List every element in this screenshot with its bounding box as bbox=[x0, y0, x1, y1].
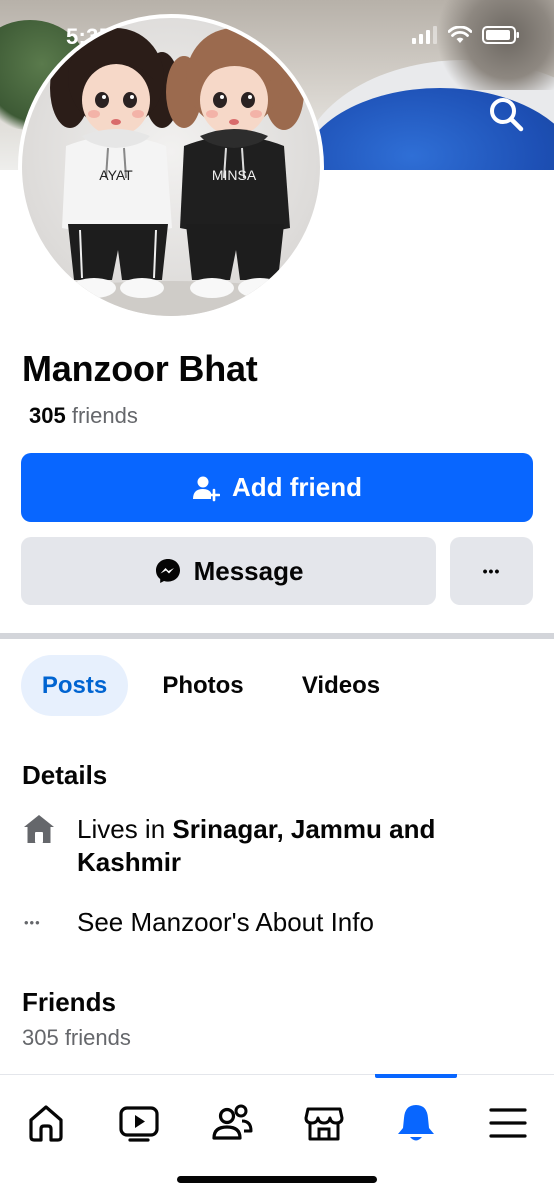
friends-section-count[interactable]: 305 friends bbox=[22, 1025, 131, 1051]
section-divider bbox=[0, 633, 554, 639]
message-button[interactable]: Message bbox=[21, 537, 436, 605]
lives-prefix: Lives in bbox=[77, 814, 173, 844]
friends-icon bbox=[212, 1104, 253, 1140]
add-friend-button[interactable]: Add friend bbox=[21, 453, 533, 522]
home-detail-icon bbox=[22, 812, 56, 851]
more-options-button[interactable]: ••• bbox=[450, 537, 533, 605]
search-button[interactable] bbox=[486, 94, 526, 134]
friends-count-number: 305 bbox=[29, 403, 66, 428]
friends-count-word: friends bbox=[71, 403, 138, 428]
video-icon bbox=[119, 1106, 159, 1142]
add-friend-icon bbox=[193, 476, 220, 501]
more-dots-icon: ••• bbox=[482, 563, 501, 579]
battery-icon bbox=[482, 26, 519, 44]
wifi-icon bbox=[448, 26, 472, 43]
home-icon bbox=[29, 1105, 63, 1142]
right-hoodie-text: MINSA bbox=[212, 167, 257, 183]
search-icon bbox=[490, 98, 524, 132]
nav-notifications[interactable] bbox=[392, 1099, 440, 1147]
status-icons bbox=[412, 26, 520, 44]
tab-photos[interactable]: Photos bbox=[148, 655, 258, 716]
nav-menu[interactable] bbox=[484, 1099, 532, 1147]
friends-count-line[interactable]: 305 friends bbox=[29, 403, 138, 429]
friends-heading: Friends bbox=[22, 987, 116, 1017]
profile-avatar[interactable]: AYAT MINSA bbox=[18, 14, 324, 320]
nav-active-indicator bbox=[375, 1074, 457, 1078]
messenger-icon bbox=[155, 559, 180, 583]
avatar-illustration: AYAT MINSA bbox=[22, 28, 320, 316]
nav-video[interactable] bbox=[115, 1099, 163, 1147]
profile-name: Manzoor Bhat bbox=[22, 348, 258, 389]
home-indicator bbox=[177, 1176, 377, 1183]
lives-in-detail: Lives in Srinagar, Jammu and Kashmir bbox=[77, 813, 517, 879]
see-about-info-link[interactable]: See Manzoor's About Info bbox=[77, 906, 374, 939]
left-hoodie-text: AYAT bbox=[99, 167, 133, 183]
signal-icon bbox=[412, 26, 437, 44]
nav-friends[interactable] bbox=[208, 1099, 256, 1147]
marketplace-icon bbox=[304, 1107, 344, 1141]
details-heading: Details bbox=[22, 760, 108, 790]
bell-icon bbox=[398, 1105, 434, 1141]
about-dots-icon: ••• bbox=[24, 915, 41, 930]
nav-home[interactable] bbox=[22, 1099, 70, 1147]
menu-icon bbox=[489, 1108, 527, 1138]
tab-videos[interactable]: Videos bbox=[288, 655, 394, 716]
tab-posts[interactable]: Posts bbox=[21, 655, 128, 716]
add-friend-label: Add friend bbox=[232, 472, 362, 502]
message-label: Message bbox=[193, 555, 304, 586]
nav-marketplace[interactable] bbox=[300, 1099, 348, 1147]
